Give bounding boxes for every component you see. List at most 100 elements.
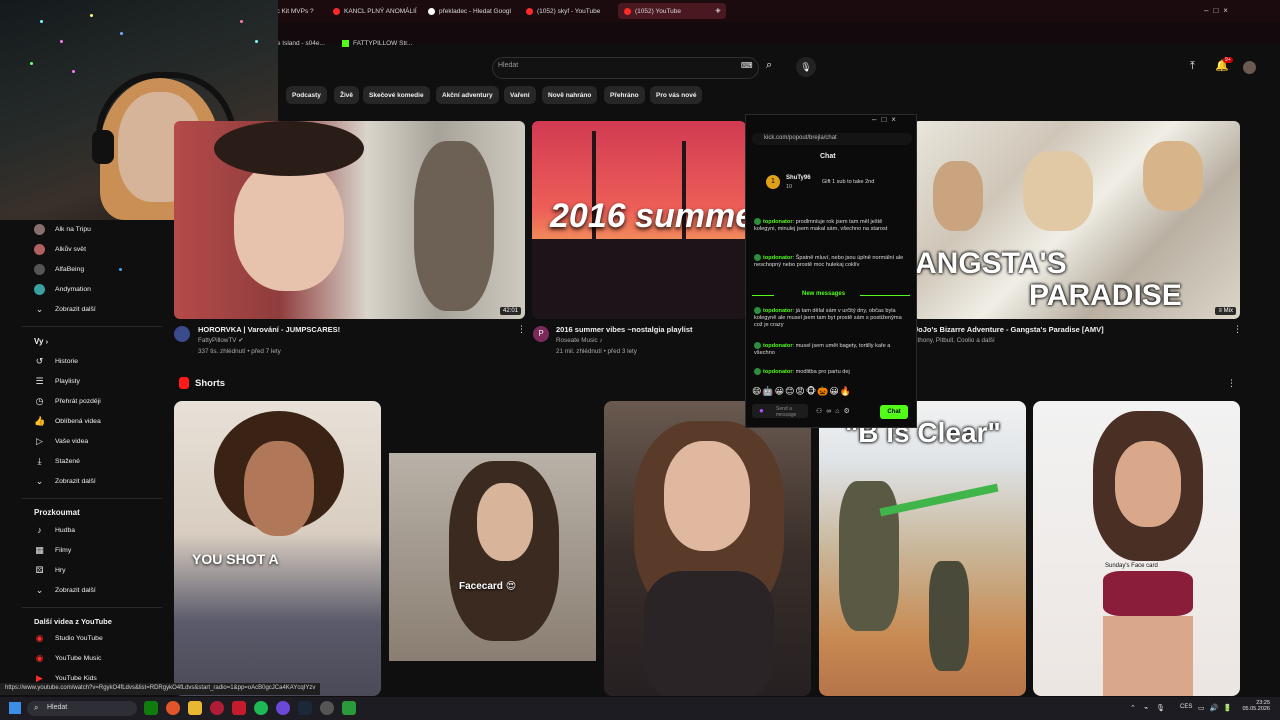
more-options-icon[interactable]: ⋮ — [517, 324, 526, 335]
channel-name[interactable]: Roseate Music ♪ — [556, 337, 603, 344]
video-thumbnail[interactable]: ANGSTA'S PARADISE ≡ Mix — [913, 121, 1240, 319]
tab-label: (1052) YouTube — [635, 7, 682, 15]
sidebar-sub-item[interactable]: Andymation — [34, 284, 91, 295]
sidebar-item-music-app[interactable]: ◉ YouTube Music — [34, 653, 102, 664]
sidebar-item-watch-later[interactable]: ◷ Přehrát později — [34, 396, 101, 407]
chip-prehrano[interactable]: Přehráno — [604, 86, 645, 104]
chat-username[interactable]: topdonator — [763, 255, 793, 261]
sidebar-item-your-videos[interactable]: ▷ Vaše videa — [34, 436, 88, 447]
browser-tab-active[interactable]: (1052) YouTube × — [618, 3, 726, 19]
popup-window-controls[interactable]: –□× — [872, 115, 901, 124]
channel-name[interactable]: nthony, Pitbull, Coolio a další — [914, 337, 995, 344]
emote-bar[interactable]: 😄🤖😀😊😡🐵🎃😀🔥 — [752, 386, 852, 397]
taskbar-search-label: Hledat — [47, 704, 68, 711]
chat-tool-icons[interactable]: ⚇∞⌂⚙ — [816, 407, 854, 415]
short-card[interactable]: Facecard 😍 — [389, 401, 596, 696]
windows-start-icon[interactable] — [9, 702, 21, 714]
channel-avatar[interactable] — [174, 326, 190, 342]
sidebar-item-history[interactable]: ↺ Historie — [34, 356, 78, 367]
clock-date: 05.05.2026 — [1242, 706, 1270, 712]
more-options-icon[interactable]: ⋮ — [1233, 324, 1242, 335]
chat-username[interactable]: topdonator — [763, 308, 793, 314]
video-title[interactable]: JoJo's Bizarre Adventure - Gangsta's Par… — [914, 325, 1104, 334]
sidebar-sub-item[interactable]: Alkův svět — [34, 244, 86, 255]
pinned-username[interactable]: ShuTy96 — [786, 175, 811, 181]
video-thumbnail[interactable]: 2016 summe — [532, 121, 746, 319]
browser-app-icon[interactable] — [166, 701, 180, 715]
short-card[interactable]: "B is Clear" — [819, 401, 1026, 696]
upload-icon[interactable]: ⤒ — [1190, 60, 1195, 73]
chat-title: Chat — [820, 153, 836, 160]
app-icon[interactable] — [276, 701, 290, 715]
sidebar-you-header[interactable]: Vy › — [34, 337, 48, 346]
browser-tab[interactable]: KANCL PLNÝ ANOMÁLIÍ — [333, 3, 417, 19]
new-tab-button[interactable]: + — [715, 3, 721, 19]
divider — [860, 295, 910, 296]
chat-input-placeholder: Send a message — [776, 406, 797, 418]
short-card[interactable]: Sunday's Face card — [1033, 401, 1240, 696]
sidebar-item-games[interactable]: ⚄ Hry — [34, 565, 66, 576]
opera-app-icon[interactable] — [210, 701, 224, 715]
browser-tab[interactable]: (1052) skyf - YouTube — [526, 3, 600, 19]
app-icon[interactable] — [342, 701, 356, 715]
video-title[interactable]: HORORVKA | Varování - JUMPSCARES! — [198, 325, 340, 334]
sidebar-item-playlists[interactable]: ☰ Playlisty — [34, 376, 79, 387]
short-card[interactable]: YOU SHOT A — [174, 401, 381, 696]
microphone-icon[interactable]: 🎙 — [796, 57, 816, 77]
steam-app-icon[interactable] — [298, 701, 312, 715]
chat-message: topdonator: modlitba pro partu dej — [754, 368, 904, 376]
chip-akcni-adventury[interactable]: Akční adventury — [436, 86, 499, 104]
chat-send-button[interactable]: Chat — [880, 405, 908, 419]
network-volume-icons[interactable]: ▭🔊🔋 — [1198, 704, 1237, 712]
spotify-app-icon[interactable] — [254, 701, 268, 715]
xbox-app-icon[interactable] — [144, 701, 158, 715]
account-avatar[interactable] — [1243, 61, 1256, 74]
short-card[interactable] — [604, 401, 811, 696]
sidebar-sub-item[interactable]: Alk na Tripu — [34, 224, 91, 235]
channel-name[interactable]: FattyPillowTV ✔ — [198, 337, 244, 344]
search-icon[interactable]: ⌕ — [766, 59, 772, 72]
chip-nove-nahrano[interactable]: Nově nahráno — [542, 86, 598, 104]
keyboard-icon[interactable]: ⌨ — [741, 61, 753, 70]
google-favicon-icon — [428, 7, 435, 15]
chat-message: topdonator: prodlmníuje rok jsem tam měl… — [754, 218, 888, 232]
live-dot — [119, 268, 122, 271]
file-explorer-icon[interactable] — [188, 701, 202, 715]
video-thumbnail[interactable]: 42:01 — [174, 121, 525, 319]
search-input[interactable] — [492, 57, 759, 79]
chip-zive[interactable]: Živě — [334, 86, 360, 104]
chip-skecove-komedie[interactable]: Skečové komedie — [363, 86, 430, 104]
emote-picker-icon[interactable]: ● — [759, 406, 764, 415]
browser-tab[interactable]: překladec - Hledat Googl — [428, 3, 511, 19]
taskbar-clock[interactable]: 23:25 05.05.2026 — [1240, 700, 1270, 712]
sidebar-sub-item[interactable]: AlfaBeing — [34, 264, 84, 275]
media-app-icon[interactable] — [232, 701, 246, 715]
chat-username[interactable]: topdonator — [763, 343, 793, 349]
sidebar-item-liked[interactable]: 👍 Oblíbená videa — [34, 416, 101, 427]
sidebar-show-more[interactable]: ⌄ Zobrazit další — [34, 304, 96, 315]
language-indicator[interactable]: CES — [1180, 704, 1192, 710]
pinned-gift-text: Gift 1 sub to take 2nd — [822, 179, 875, 185]
chat-username[interactable]: topdonator — [763, 369, 793, 375]
taskbar-search-input[interactable] — [27, 701, 137, 716]
channel-avatar[interactable]: P — [533, 326, 549, 342]
chip-vareni[interactable]: Vaření — [504, 86, 536, 104]
sidebar-item-studio[interactable]: ◉ Studio YouTube — [34, 633, 103, 644]
bookmark-item[interactable]: ove Island - s04e... — [270, 40, 325, 47]
video-title[interactable]: 2016 summer vibes ~nostalgia playlist — [556, 325, 693, 334]
more-options-icon[interactable]: ⋮ — [1227, 378, 1236, 389]
sidebar-item-films[interactable]: ▦ Filmy — [34, 545, 71, 556]
settings-app-icon[interactable] — [320, 701, 334, 715]
search-placeholder: Hledat — [498, 62, 519, 69]
sidebar-item-music[interactable]: ♪ Hudba — [34, 525, 75, 535]
chat-username[interactable]: topdonator — [763, 219, 793, 225]
system-tray-icons[interactable]: ⌃⌁🎙 — [1130, 704, 1173, 712]
sidebar-show-more[interactable]: ⌄ Zobrazit další — [34, 585, 96, 596]
chip-pro-vas-nove[interactable]: Pro vás nové — [650, 86, 703, 104]
bookmark-label: ove Island - s04e... — [270, 40, 325, 47]
chip-podcasty[interactable]: Podcasty — [286, 86, 327, 104]
sidebar-show-more[interactable]: ⌄ Zobrazit další — [34, 476, 96, 487]
window-controls[interactable]: –□× — [1204, 6, 1233, 15]
bookmark-item[interactable]: FATTYPILLOW Str... — [342, 40, 412, 47]
sidebar-item-downloads[interactable]: ⤓ Stažené — [34, 456, 80, 467]
